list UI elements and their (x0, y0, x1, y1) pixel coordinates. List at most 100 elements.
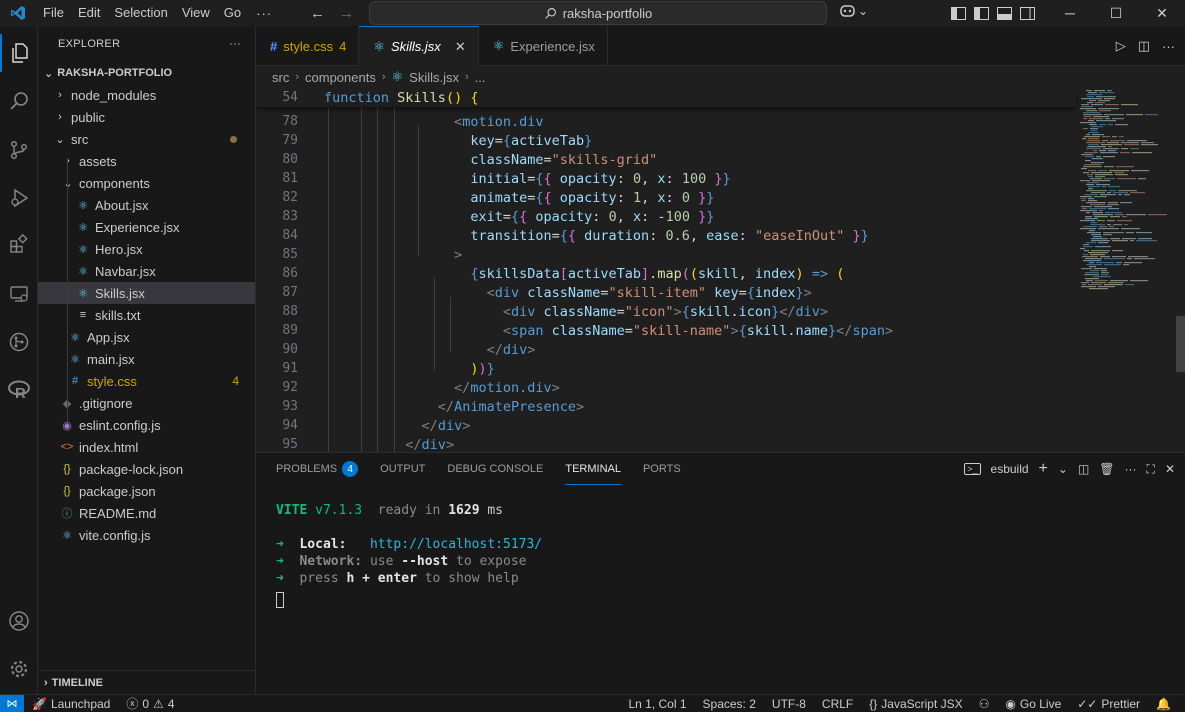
cursor-position[interactable]: Ln 1, Col 1 (620, 697, 694, 711)
chevron-down-icon[interactable]: ⌄ (1058, 462, 1068, 476)
menu-more-button[interactable]: ··· (248, 6, 280, 21)
trash-icon[interactable]: 🗑 (1099, 462, 1114, 476)
tree-file[interactable]: ⓘ README.md (38, 502, 255, 524)
tree-file[interactable]: # style.css 4 (38, 370, 255, 392)
new-terminal-icon[interactable]: + (1039, 460, 1048, 478)
command-center-search[interactable]: raksha-portfolio (369, 1, 827, 25)
toggle-panel-icon[interactable] (973, 6, 990, 20)
launchpad-item[interactable]: 🚀 Launchpad (24, 697, 118, 711)
back-arrow-icon[interactable]: ← (310, 5, 325, 22)
code-line[interactable]: 94 </div> (256, 416, 1076, 435)
tree-file[interactable]: ⚛ Experience.jsx (38, 216, 255, 238)
tab-ports[interactable]: PORTS (643, 453, 681, 485)
terminal-output[interactable]: VITE v7.1.3 ready in 1629 ms ➜ Local: ht… (276, 503, 542, 588)
remote-indicator-icon[interactable]: ⋈ (0, 694, 24, 712)
source-control-icon[interactable] (0, 131, 38, 169)
breadcrumb-src[interactable]: src (272, 70, 289, 85)
go-live-button[interactable]: ◉ Go Live (997, 697, 1069, 711)
maximize-icon[interactable]: ☐ (1093, 0, 1139, 26)
code-line[interactable]: 81 initial={{ opacity: 0, x: 100 }} (256, 169, 1076, 188)
code-line[interactable]: 92 </motion.div> (256, 378, 1076, 397)
end-of-line[interactable]: CRLF (814, 697, 861, 711)
tree-file[interactable]: ⚛ About.jsx (38, 194, 255, 216)
code-line[interactable]: 88 <div className="icon">{skill.icon}</d… (256, 302, 1076, 321)
code-line[interactable]: 89 <span className="skill-name">{skill.n… (256, 321, 1076, 340)
code-line[interactable]: 83 exit={{ opacity: 0, x: -100 }} (256, 207, 1076, 226)
gitlens-icon[interactable] (0, 323, 38, 361)
code-line[interactable]: 93 </AnimatePresence> (256, 397, 1076, 416)
tree-file[interactable]: ≡ skills.txt (38, 304, 255, 326)
terminal-name[interactable]: esbuild (991, 462, 1029, 476)
tree-file[interactable]: ⚛ vite.config.js (38, 524, 255, 546)
tab-problems[interactable]: PROBLEMS 4 (276, 453, 359, 485)
code-line[interactable]: 91 ))} (256, 359, 1076, 378)
tab-style-css[interactable]: # style.css 4 (256, 26, 360, 66)
local-url-link[interactable]: http://localhost:5173/ (370, 537, 542, 552)
tree-folder[interactable]: › assets (38, 150, 255, 172)
encoding[interactable]: UTF-8 (764, 697, 814, 711)
copilot-status-icon[interactable]: ⚇ (971, 697, 998, 711)
tree-file[interactable]: ⚛ main.jsx (38, 348, 255, 370)
split-editor-icon[interactable]: ◫ (1138, 38, 1150, 54)
tree-folder[interactable]: ⌄ components (38, 172, 255, 194)
tree-file[interactable]: ◆.gitignore (38, 392, 255, 414)
tree-file[interactable]: <> index.html (38, 436, 255, 458)
editor-scrollbar[interactable] (1176, 316, 1185, 372)
indentation[interactable]: Spaces: 2 (695, 697, 764, 711)
run-icon[interactable]: ▷ (1116, 38, 1126, 54)
tree-folder[interactable]: ⌄ src (38, 128, 255, 150)
code-line[interactable]: 78 <motion.div (256, 112, 1076, 131)
code-line[interactable]: 82 animate={{ opacity: 1, x: 0 }} (256, 188, 1076, 207)
prettier-button[interactable]: ✓✓ Prettier (1069, 697, 1148, 711)
language-mode[interactable]: {} JavaScript JSX (861, 697, 970, 711)
breadcrumb-components[interactable]: components (305, 70, 376, 85)
timeline-section[interactable]: › TIMELINE (38, 670, 256, 694)
toggle-primary-sidebar-icon[interactable] (950, 6, 967, 20)
menu-file[interactable]: File (36, 0, 71, 26)
code-line[interactable]: 79 key={activeTab} (256, 131, 1076, 150)
code-line[interactable]: 80 className="skills-grid" (256, 150, 1076, 169)
tab-terminal[interactable]: TERMINAL (565, 453, 621, 485)
split-terminal-icon[interactable]: ◫ (1078, 462, 1089, 476)
toggle-secondary-sidebar-icon[interactable] (1019, 6, 1036, 20)
menu-edit[interactable]: Edit (71, 0, 107, 26)
code-line[interactable]: 95 </div> (256, 435, 1076, 453)
tree-file[interactable]: ⚛ Navbar.jsx (38, 260, 255, 282)
tree-file[interactable]: {} package-lock.json (38, 458, 255, 480)
workspace-root[interactable]: ⌄ RAKSHA-PORTFOLIO (38, 62, 255, 84)
tree-file[interactable]: ◉ eslint.config.js (38, 414, 255, 436)
problems-status[interactable]: ⓧ 0 ⚠ 4 (118, 695, 182, 712)
notifications-bell-icon[interactable]: 🔔 (1148, 697, 1179, 711)
explorer-icon[interactable] (0, 34, 38, 72)
tab-skills-jsx[interactable]: ⚛ Skills.jsx ✕ (359, 26, 479, 66)
toggle-bottom-panel-icon[interactable] (996, 6, 1013, 20)
explorer-more-button[interactable]: ··· (229, 38, 241, 50)
search-icon[interactable] (0, 82, 38, 120)
code-line[interactable]: 84 transition={{ duration: 0.6, ease: "e… (256, 226, 1076, 245)
settings-gear-icon[interactable] (0, 650, 38, 688)
more-actions-icon[interactable]: ··· (1162, 39, 1175, 54)
menu-view[interactable]: View (175, 0, 217, 26)
tree-file[interactable]: ⚛ Skills.jsx (38, 282, 255, 304)
run-debug-icon[interactable] (0, 179, 38, 217)
vscode-logo-icon[interactable] (0, 0, 36, 26)
tab-debug-console[interactable]: DEBUG CONSOLE (447, 453, 543, 485)
tree-folder[interactable]: › node_modules (38, 84, 255, 106)
r-language-icon[interactable]: R (0, 371, 38, 409)
code-line[interactable]: 87 <div className="skill-item" key={inde… (256, 283, 1076, 302)
tab-output[interactable]: OUTPUT (380, 453, 425, 485)
tree-file[interactable]: ⚛ App.jsx (38, 326, 255, 348)
code-line[interactable]: 86 {skillsData[activeTab].map((skill, in… (256, 264, 1076, 283)
minimize-icon[interactable]: ─ (1047, 0, 1093, 26)
menu-go[interactable]: Go (217, 0, 248, 26)
minimap[interactable] (1076, 88, 1176, 452)
breadcrumb-file[interactable]: Skills.jsx (409, 70, 459, 85)
close-icon[interactable]: ✕ (1139, 0, 1185, 26)
extensions-icon[interactable] (0, 225, 38, 263)
breadcrumb-symbol[interactable]: ... (475, 70, 486, 85)
close-tab-icon[interactable]: ✕ (455, 39, 466, 55)
tree-folder[interactable]: › public (38, 106, 255, 128)
code-editor[interactable]: 54 function Skills() { 78 <motion.div 79… (256, 88, 1185, 452)
maximize-panel-icon[interactable]: ⛶ (1147, 462, 1155, 477)
menu-selection[interactable]: Selection (107, 0, 174, 26)
